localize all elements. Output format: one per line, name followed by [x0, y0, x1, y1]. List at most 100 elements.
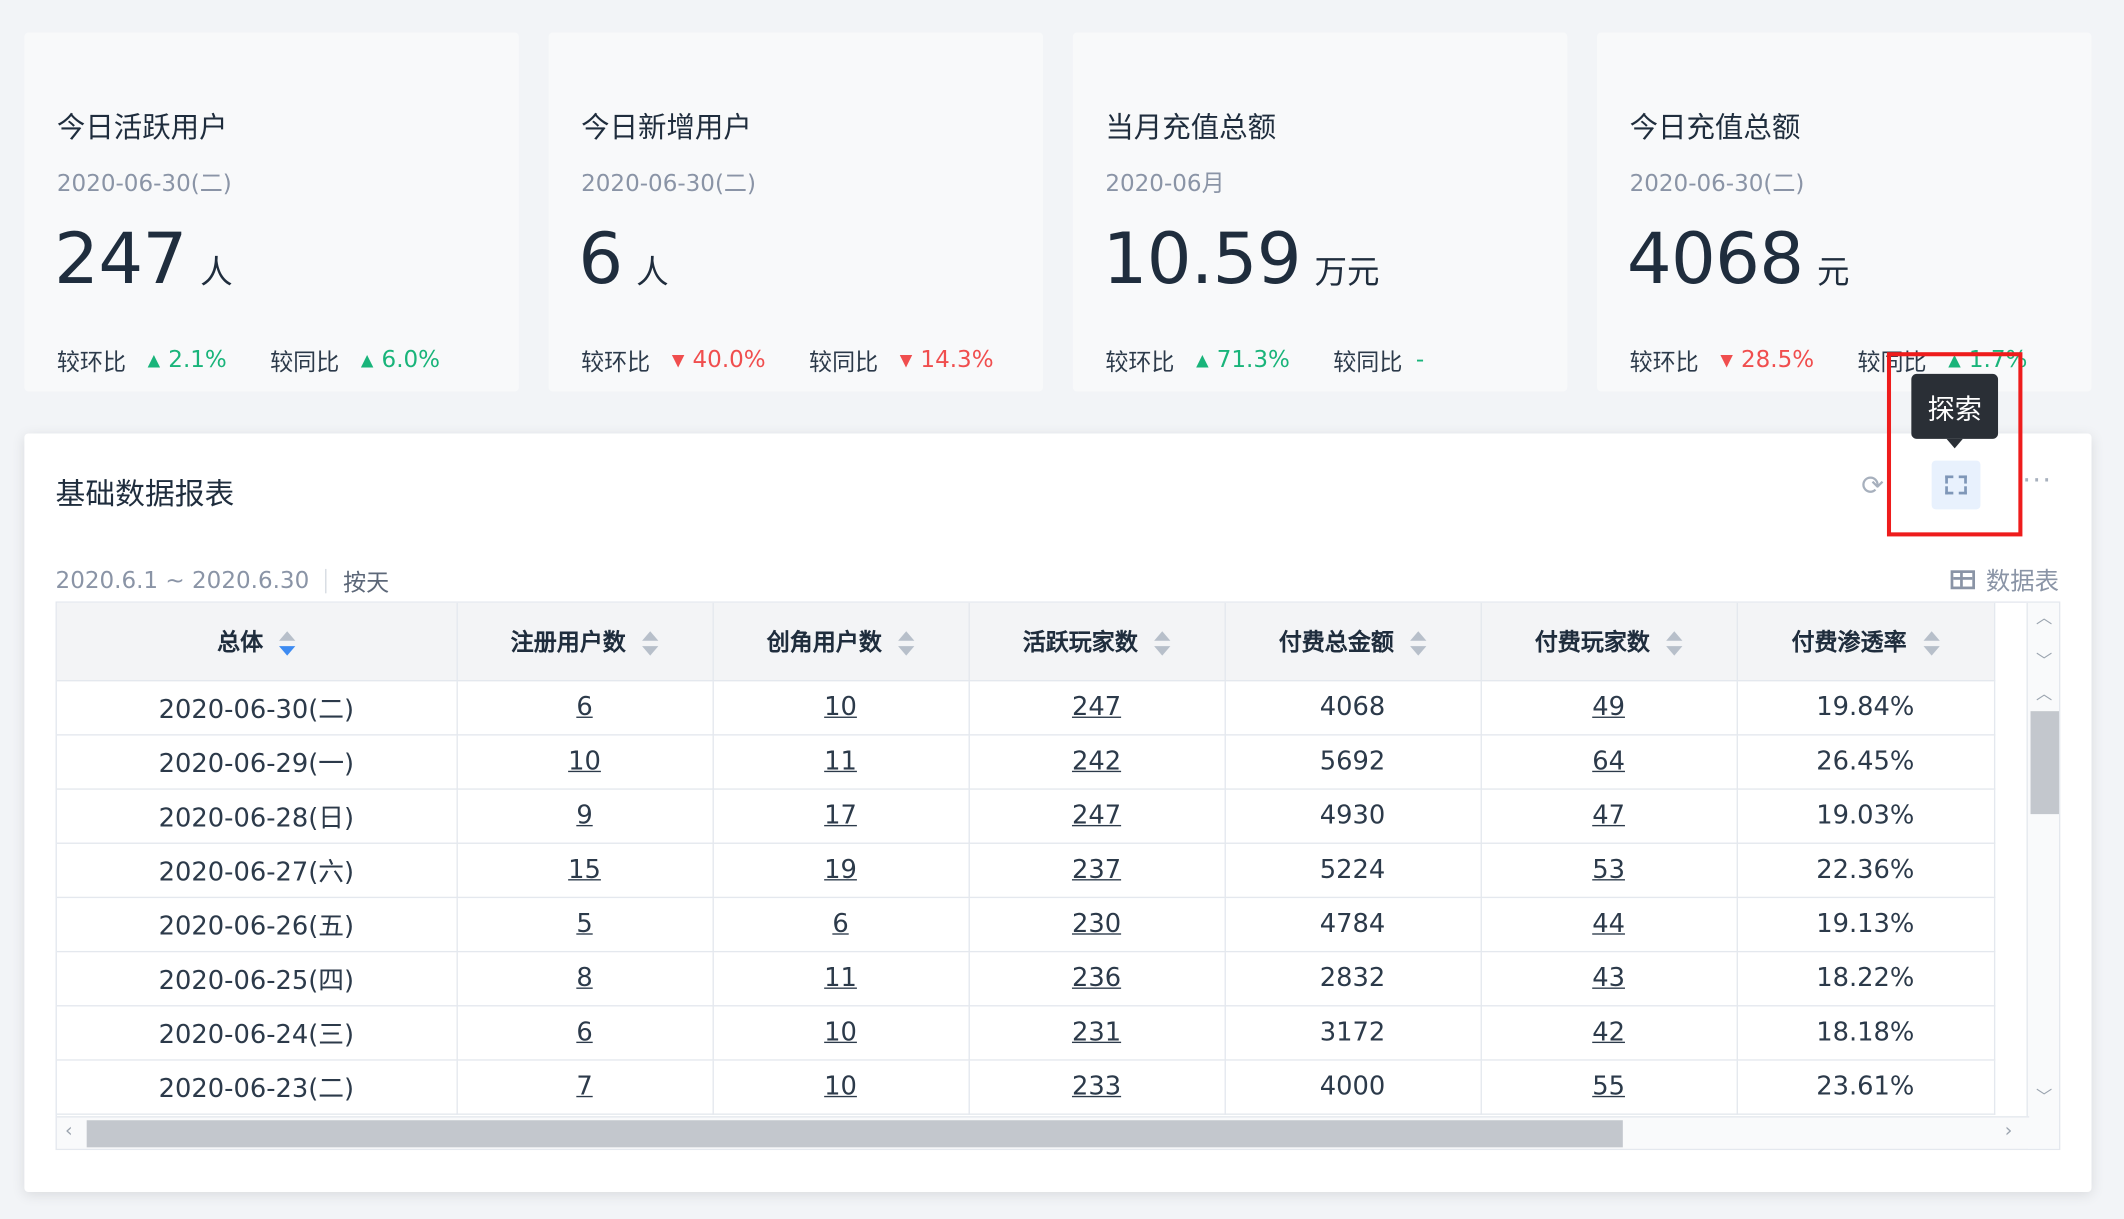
table-cell-link[interactable]: 9: [456, 788, 714, 844]
cell-value[interactable]: 15: [568, 855, 601, 885]
table-cell-link[interactable]: 236: [968, 950, 1226, 1006]
column-header-roles-created[interactable]: 创角用户数: [712, 602, 970, 681]
table-cell-link[interactable]: 5: [456, 896, 714, 952]
cell-value[interactable]: 42: [1592, 1017, 1625, 1047]
column-header-pay-rate[interactable]: 付费渗透率: [1736, 602, 1995, 681]
chevron-up-icon[interactable]: ︿: [2036, 606, 2052, 629]
table-cell-link[interactable]: 247: [968, 680, 1226, 735]
table-cell-link[interactable]: 8: [456, 950, 714, 1006]
mom-value: 40.0%: [692, 346, 766, 374]
cell-value[interactable]: 19: [824, 855, 857, 885]
cell-value[interactable]: 9: [576, 801, 592, 831]
table-cell-link[interactable]: 47: [1480, 788, 1738, 844]
more-icon[interactable]: ···: [2022, 463, 2052, 496]
cell-value[interactable]: 242: [1072, 746, 1121, 776]
sort-icon[interactable]: [642, 629, 659, 659]
table-cell-link[interactable]: 15: [456, 842, 714, 898]
column-header-registered[interactable]: 注册用户数: [456, 602, 714, 681]
table-cell-link[interactable]: 10: [712, 1005, 970, 1060]
cell-value[interactable]: 44: [1592, 909, 1625, 939]
cell-value[interactable]: 53: [1592, 855, 1625, 885]
cell-value[interactable]: 233: [1072, 1071, 1121, 1101]
table-cell-link[interactable]: 11: [712, 950, 970, 1006]
cell-value[interactable]: 64: [1592, 746, 1625, 776]
table-cell-link[interactable]: 6: [456, 680, 714, 735]
chevron-right-icon[interactable]: ›: [2005, 1120, 2013, 1142]
cell-value[interactable]: 5: [576, 909, 592, 939]
column-header-active-players[interactable]: 活跃玩家数: [968, 602, 1226, 681]
table-cell-link[interactable]: 10: [712, 1059, 970, 1115]
table-cell-link[interactable]: 6: [712, 896, 970, 952]
cell-value[interactable]: 43: [1592, 963, 1625, 993]
table-cell-link[interactable]: 42: [1480, 1005, 1738, 1060]
table-cell: 18.18%: [1736, 1005, 1995, 1060]
table-cell-link[interactable]: 233: [968, 1059, 1226, 1115]
table-cell-link[interactable]: 17: [712, 788, 970, 844]
cell-value[interactable]: 17: [824, 801, 857, 831]
table-cell-link[interactable]: 53: [1480, 842, 1738, 898]
sort-icon[interactable]: [1410, 629, 1427, 659]
scrollbar-thumb[interactable]: [86, 1120, 1623, 1148]
table-cell-link[interactable]: 231: [968, 1005, 1226, 1060]
yoy-label: 较同比: [809, 349, 879, 377]
sort-icon[interactable]: [1154, 629, 1171, 659]
date-range-selector[interactable]: 2020.6.1 ~ 2020.6.30 按天: [56, 564, 390, 597]
table-cell: 3172: [1224, 1005, 1482, 1060]
chevron-left-icon[interactable]: ‹: [65, 1120, 73, 1142]
cell-value[interactable]: 10: [824, 1017, 857, 1047]
cell-value[interactable]: 47: [1592, 801, 1625, 831]
vertical-scrollbar[interactable]: ︿ ﹀ ︿ ﹀: [2026, 602, 2059, 1149]
sort-icon[interactable]: [1922, 629, 1940, 659]
sort-icon[interactable]: [1666, 629, 1683, 659]
cell-value[interactable]: 7: [576, 1071, 592, 1101]
column-header-total-payment[interactable]: 付费总金额: [1224, 602, 1482, 681]
cell-value[interactable]: 49: [1592, 692, 1625, 722]
cell-value[interactable]: 10: [824, 692, 857, 722]
chevron-up-icon[interactable]: ︿: [2036, 681, 2052, 704]
table-cell-link[interactable]: 230: [968, 896, 1226, 952]
datatable-toggle[interactable]: 数据表: [1950, 562, 2059, 597]
cell-value: 5224: [1319, 854, 1386, 885]
horizontal-scrollbar[interactable]: ‹ ›: [56, 1116, 2030, 1149]
table-cell-link[interactable]: 10: [456, 734, 714, 790]
table-cell-link[interactable]: 55: [1480, 1059, 1738, 1115]
sort-icon[interactable]: [279, 629, 296, 659]
table-cell-link[interactable]: 44: [1480, 896, 1738, 952]
table-cell-link[interactable]: 10: [712, 680, 970, 735]
cell-value[interactable]: 236: [1072, 963, 1121, 993]
arrow-down-icon: ▼: [671, 350, 685, 370]
cell-value[interactable]: 247: [1072, 692, 1121, 722]
granularity-selector[interactable]: 按天: [343, 564, 389, 597]
card-value: 6 人: [578, 219, 668, 300]
cell-value[interactable]: 8: [576, 963, 592, 993]
cell-value[interactable]: 6: [576, 1017, 592, 1047]
table-cell-link[interactable]: 6: [456, 1005, 714, 1060]
cell-value[interactable]: 10: [824, 1071, 857, 1101]
cell-value[interactable]: 55: [1592, 1071, 1625, 1101]
column-header-total[interactable]: 总体: [56, 602, 458, 681]
table-cell-link[interactable]: 43: [1480, 950, 1738, 1006]
sort-icon[interactable]: [898, 629, 915, 659]
cell-value[interactable]: 10: [568, 746, 601, 776]
table-cell-link[interactable]: 7: [456, 1059, 714, 1115]
table-cell-link[interactable]: 19: [712, 842, 970, 898]
cell-value[interactable]: 6: [832, 909, 848, 939]
table-cell-link[interactable]: 247: [968, 788, 1226, 844]
chevron-down-icon[interactable]: ﹀: [2036, 649, 2052, 672]
table-cell-link[interactable]: 49: [1480, 680, 1738, 735]
cell-value[interactable]: 11: [824, 746, 857, 776]
table-cell-link[interactable]: 242: [968, 734, 1226, 790]
scrollbar-thumb[interactable]: [2030, 711, 2059, 815]
cell-value[interactable]: 231: [1072, 1017, 1121, 1047]
date-range[interactable]: 2020.6.1 ~ 2020.6.30: [56, 567, 310, 594]
table-cell-link[interactable]: 11: [712, 734, 970, 790]
cell-value[interactable]: 237: [1072, 855, 1121, 885]
cell-value[interactable]: 230: [1072, 909, 1121, 939]
table-cell-link[interactable]: 64: [1480, 734, 1738, 790]
cell-value[interactable]: 6: [576, 692, 592, 722]
cell-value[interactable]: 11: [824, 963, 857, 993]
column-header-paying-players[interactable]: 付费玩家数: [1480, 602, 1738, 681]
chevron-down-icon[interactable]: ﹀: [2036, 1085, 2052, 1108]
table-cell-link[interactable]: 237: [968, 842, 1226, 898]
cell-value[interactable]: 247: [1072, 801, 1121, 831]
